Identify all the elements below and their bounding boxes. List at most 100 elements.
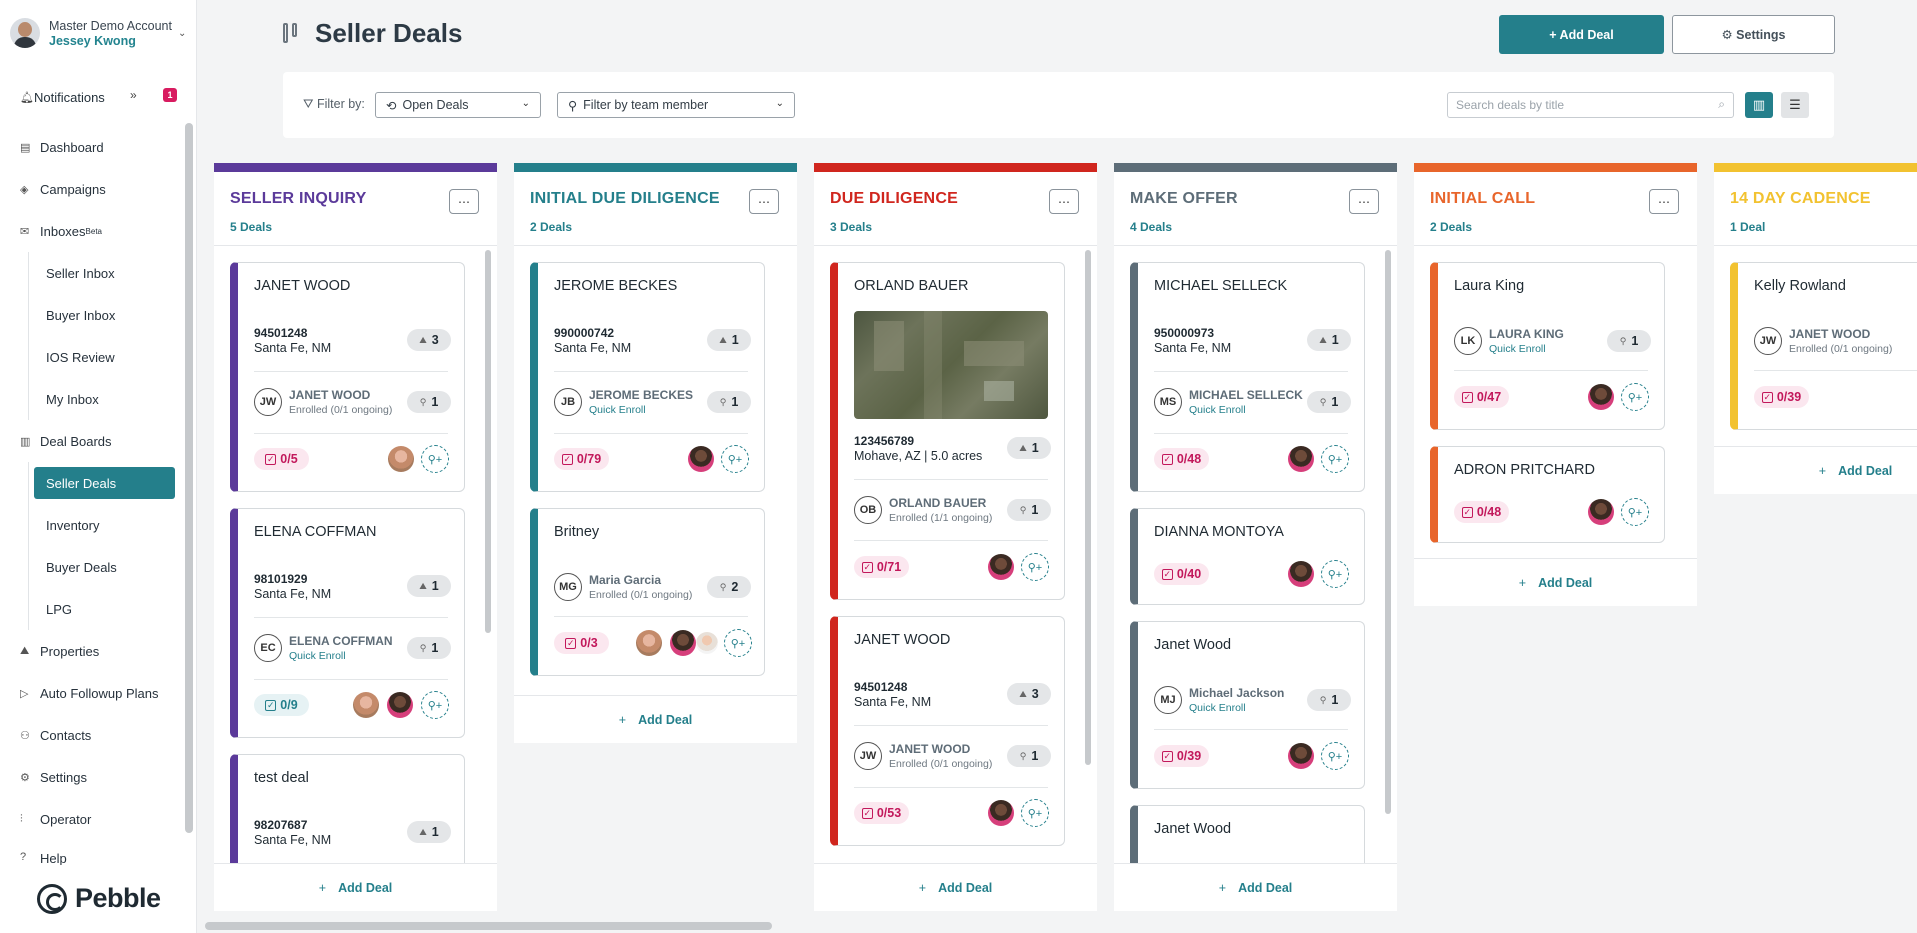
sidebar-item-settings[interactable]: ⚙ Settings xyxy=(20,767,87,787)
task-progress-badge[interactable]: ✓ 0/71 xyxy=(854,556,909,578)
task-progress-badge[interactable]: ✓ 0/53 xyxy=(854,802,909,824)
assignee-avatar[interactable] xyxy=(387,692,413,718)
assignee-avatar[interactable] xyxy=(988,800,1014,826)
search-input[interactable]: Search deals by title ⌕ xyxy=(1447,92,1734,118)
settings-button[interactable]: ⚙ Settings xyxy=(1672,15,1835,54)
add-assignee-icon[interactable]: ⚲+ xyxy=(1321,445,1349,473)
add-assignee-icon[interactable]: ⚲+ xyxy=(421,691,449,719)
add-deal-link[interactable]: + Add Deal xyxy=(1414,558,1697,606)
add-deal-link[interactable]: + Add Deal xyxy=(1714,446,1917,494)
contact-name[interactable]: JANET WOOD xyxy=(889,742,970,756)
column-menu-button[interactable]: ⋯ xyxy=(1649,189,1679,214)
sidebar-scrollbar[interactable] xyxy=(185,123,193,833)
deal-card[interactable]: MICHAEL SELLECK 950000973 Santa Fe, NM ⛰… xyxy=(1130,262,1365,492)
add-assignee-icon[interactable]: ⚲+ xyxy=(1621,498,1649,526)
add-assignee-icon[interactable]: ⚲+ xyxy=(421,445,449,473)
task-progress-badge[interactable]: ✓ 0/48 xyxy=(1154,448,1209,470)
task-progress-badge[interactable]: ✓ 0/40 xyxy=(1154,563,1209,585)
assignee-avatar[interactable] xyxy=(388,446,414,472)
assignee-avatar[interactable] xyxy=(670,630,696,656)
column-menu-button[interactable]: ⋯ xyxy=(1049,189,1079,214)
contact-name[interactable]: ORLAND BAUER xyxy=(889,496,986,510)
quick-enroll-link[interactable]: Quick Enroll xyxy=(589,404,646,416)
add-deal-button[interactable]: + Add Deal xyxy=(1499,15,1664,54)
deal-card[interactable]: JANET WOOD 94501248 Santa Fe, NM ⛰ 3 JW J… xyxy=(230,262,465,492)
column-menu-button[interactable]: ⋯ xyxy=(749,189,779,214)
assignee-avatar[interactable] xyxy=(1288,446,1314,472)
sidebar-item-properties[interactable]: ⛰ Properties xyxy=(20,641,99,661)
contact-name[interactable]: JEROME BECKES xyxy=(589,388,693,402)
add-deal-link[interactable]: + Add Deal xyxy=(814,863,1097,911)
sidebar-item-lpg[interactable]: LPG xyxy=(46,599,72,619)
assignee-avatar[interactable] xyxy=(1288,743,1314,769)
notifications-item[interactable]: 🔔︎ Notifications » 1 xyxy=(20,87,180,107)
assignee-avatar[interactable] xyxy=(1588,384,1614,410)
double-chevron-right-icon[interactable]: » xyxy=(130,88,137,102)
task-progress-badge[interactable]: ✓ 0/48 xyxy=(1454,501,1509,523)
column-menu-button[interactable]: ⋯ xyxy=(449,189,479,214)
sidebar-item-operator[interactable]: ⫶ Operator xyxy=(20,809,91,829)
assignee-avatar[interactable] xyxy=(988,554,1014,580)
add-deal-link[interactable]: + Add Deal xyxy=(514,695,797,743)
deal-card[interactable]: DIANNA MONTOYA ✓ 0/40 ⚲+ xyxy=(1130,508,1365,605)
sidebar-item-auto-followup[interactable]: ▷ Auto Followup Plans xyxy=(20,683,159,703)
sidebar-item-campaigns[interactable]: ◈ Campaigns xyxy=(20,179,106,199)
sidebar-item-my-inbox[interactable]: My Inbox xyxy=(46,389,99,409)
add-deal-link[interactable]: + Add Deal xyxy=(214,863,497,911)
deal-card[interactable]: test deal 98207687 Santa Fe, NM ⛰ 1 xyxy=(230,754,465,863)
task-progress-badge[interactable]: ✓ 0/79 xyxy=(554,448,609,470)
column-scrollbar[interactable] xyxy=(1385,250,1391,814)
assignee-avatar[interactable] xyxy=(696,632,718,654)
deal-card[interactable]: ELENA COFFMAN 98101929 Santa Fe, NM ⛰ 1 E… xyxy=(230,508,465,738)
property-satellite-image[interactable] xyxy=(854,311,1048,419)
column-scrollbar[interactable] xyxy=(1085,250,1091,765)
contact-name[interactable]: Maria Garcia xyxy=(589,573,661,587)
contact-name[interactable]: JANET WOOD xyxy=(1789,327,1870,341)
assignee-avatar[interactable] xyxy=(1288,561,1314,587)
add-assignee-icon[interactable]: ⚲+ xyxy=(1021,553,1049,581)
deal-card[interactable]: Janet Wood MJ Michael Jackson Quick Enro… xyxy=(1130,621,1365,789)
deal-card[interactable]: JANET WOOD 94501248 Santa Fe, NM ⛰ 3 JW J… xyxy=(830,616,1065,846)
task-progress-badge[interactable]: ✓ 0/3 xyxy=(554,632,609,654)
sidebar-item-seller-deals[interactable]: Seller Deals xyxy=(34,467,175,499)
contact-name[interactable]: Michael Jackson xyxy=(1189,686,1284,700)
account-switcher[interactable]: Master Demo Account Jessey Kwong xyxy=(10,18,172,48)
task-progress-badge[interactable]: ✓ 0/39 xyxy=(1754,386,1809,408)
add-assignee-icon[interactable]: ⚲+ xyxy=(721,445,749,473)
contact-name[interactable]: ELENA COFFMAN xyxy=(289,634,393,648)
team-member-filter-select[interactable]: ⚲ Filter by team member ⌄ xyxy=(557,92,795,118)
quick-enroll-link[interactable]: Quick Enroll xyxy=(1489,343,1546,355)
sidebar-item-seller-inbox[interactable]: Seller Inbox xyxy=(46,263,115,283)
deal-card[interactable]: Kelly Rowland JW JANET WOOD Enrolled (0/… xyxy=(1730,262,1917,430)
sidebar-item-deal-boards[interactable]: ▥ Deal Boards xyxy=(20,431,112,451)
add-assignee-icon[interactable]: ⚲+ xyxy=(1321,560,1349,588)
sidebar-item-contacts[interactable]: ⚇ Contacts xyxy=(20,725,91,745)
contact-name[interactable]: JANET WOOD xyxy=(289,388,370,402)
add-assignee-icon[interactable]: ⚲+ xyxy=(1321,742,1349,770)
status-filter-select[interactable]: ⟲ Open Deals ⌄ xyxy=(375,92,541,118)
deal-card[interactable]: Britney MG Maria Garcia Enrolled (0/1 on… xyxy=(530,508,765,676)
quick-enroll-link[interactable]: Quick Enroll xyxy=(1189,404,1246,416)
add-deal-link[interactable]: + Add Deal xyxy=(1114,863,1397,911)
assignee-avatar[interactable] xyxy=(688,446,714,472)
deal-card[interactable]: Laura King LK LAURA KING Quick Enroll ⚲ 1… xyxy=(1430,262,1665,430)
task-progress-badge[interactable]: ✓ 0/9 xyxy=(254,694,309,716)
sidebar-item-ios-review[interactable]: IOS Review xyxy=(46,347,115,367)
deal-card[interactable]: JEROME BECKES 990000742 Santa Fe, NM ⛰ 1 … xyxy=(530,262,765,492)
task-progress-badge[interactable]: ✓ 0/5 xyxy=(254,448,309,470)
deal-card[interactable]: ADRON PRITCHARD ✓ 0/48 ⚲+ xyxy=(1430,446,1665,543)
contact-name[interactable]: MICHAEL SELLECK xyxy=(1189,388,1303,402)
sidebar-item-buyer-deals[interactable]: Buyer Deals xyxy=(46,557,117,577)
add-assignee-icon[interactable]: ⚲+ xyxy=(724,629,752,657)
task-progress-badge[interactable]: ✓ 0/47 xyxy=(1454,386,1509,408)
add-assignee-icon[interactable]: ⚲+ xyxy=(1021,799,1049,827)
list-view-button[interactable]: ☰ xyxy=(1781,92,1809,118)
task-progress-badge[interactable]: ✓ 0/39 xyxy=(1154,745,1209,767)
deal-card[interactable]: Janet Wood xyxy=(1130,805,1365,863)
contact-name[interactable]: LAURA KING xyxy=(1489,327,1564,341)
quick-enroll-link[interactable]: Quick Enroll xyxy=(1189,702,1246,714)
board-view-icon[interactable] xyxy=(283,23,301,43)
sidebar-item-dashboard[interactable]: ▤ Dashboard xyxy=(20,137,104,157)
assignee-avatar[interactable] xyxy=(1588,499,1614,525)
sidebar-item-inboxes[interactable]: ✉ Inboxes Beta xyxy=(20,221,102,241)
